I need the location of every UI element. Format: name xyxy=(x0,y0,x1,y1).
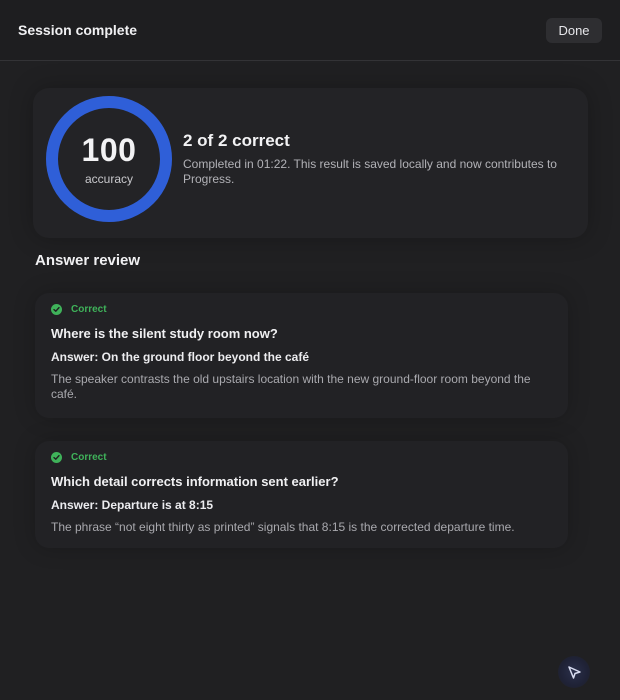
review-card: Correct Which detail corrects informatio… xyxy=(35,441,568,548)
explanation-text: The speaker contrasts the old upstairs l… xyxy=(51,372,531,401)
session-complete-sheet: Session complete Done 100 accuracy 2 of … xyxy=(0,0,620,700)
status-row: Correct xyxy=(51,304,107,315)
cursor-arrow-icon xyxy=(568,666,581,679)
accuracy-score: 100 xyxy=(81,132,137,168)
review-card: Correct Where is the silent study room n… xyxy=(35,293,568,418)
status-badge: Correct xyxy=(71,304,107,315)
accuracy-label: accuracy xyxy=(84,172,134,186)
answer-text: Answer: On the ground floor beyond the c… xyxy=(51,350,310,364)
result-description: Completed in 01:22. This result is saved… xyxy=(183,157,557,186)
page-title: Session complete xyxy=(18,22,138,38)
explanation-text: The phrase “not eight thirty as printed”… xyxy=(51,520,515,534)
status-badge: Correct xyxy=(71,452,107,463)
answer-text: Answer: Departure is at 8:15 xyxy=(51,498,214,512)
header-bar: Session complete Done xyxy=(0,0,620,61)
status-row: Correct xyxy=(51,452,107,463)
check-circle-icon xyxy=(51,304,62,315)
cursor-fab-button[interactable] xyxy=(558,656,590,688)
done-button[interactable]: Done xyxy=(546,18,602,43)
answer-review-title: Answer review xyxy=(35,252,141,269)
question-text: Where is the silent study room now? xyxy=(51,326,278,341)
question-text: Which detail corrects information sent e… xyxy=(51,474,339,489)
result-heading: 2 of 2 correct xyxy=(183,131,290,150)
check-circle-icon xyxy=(51,452,62,463)
